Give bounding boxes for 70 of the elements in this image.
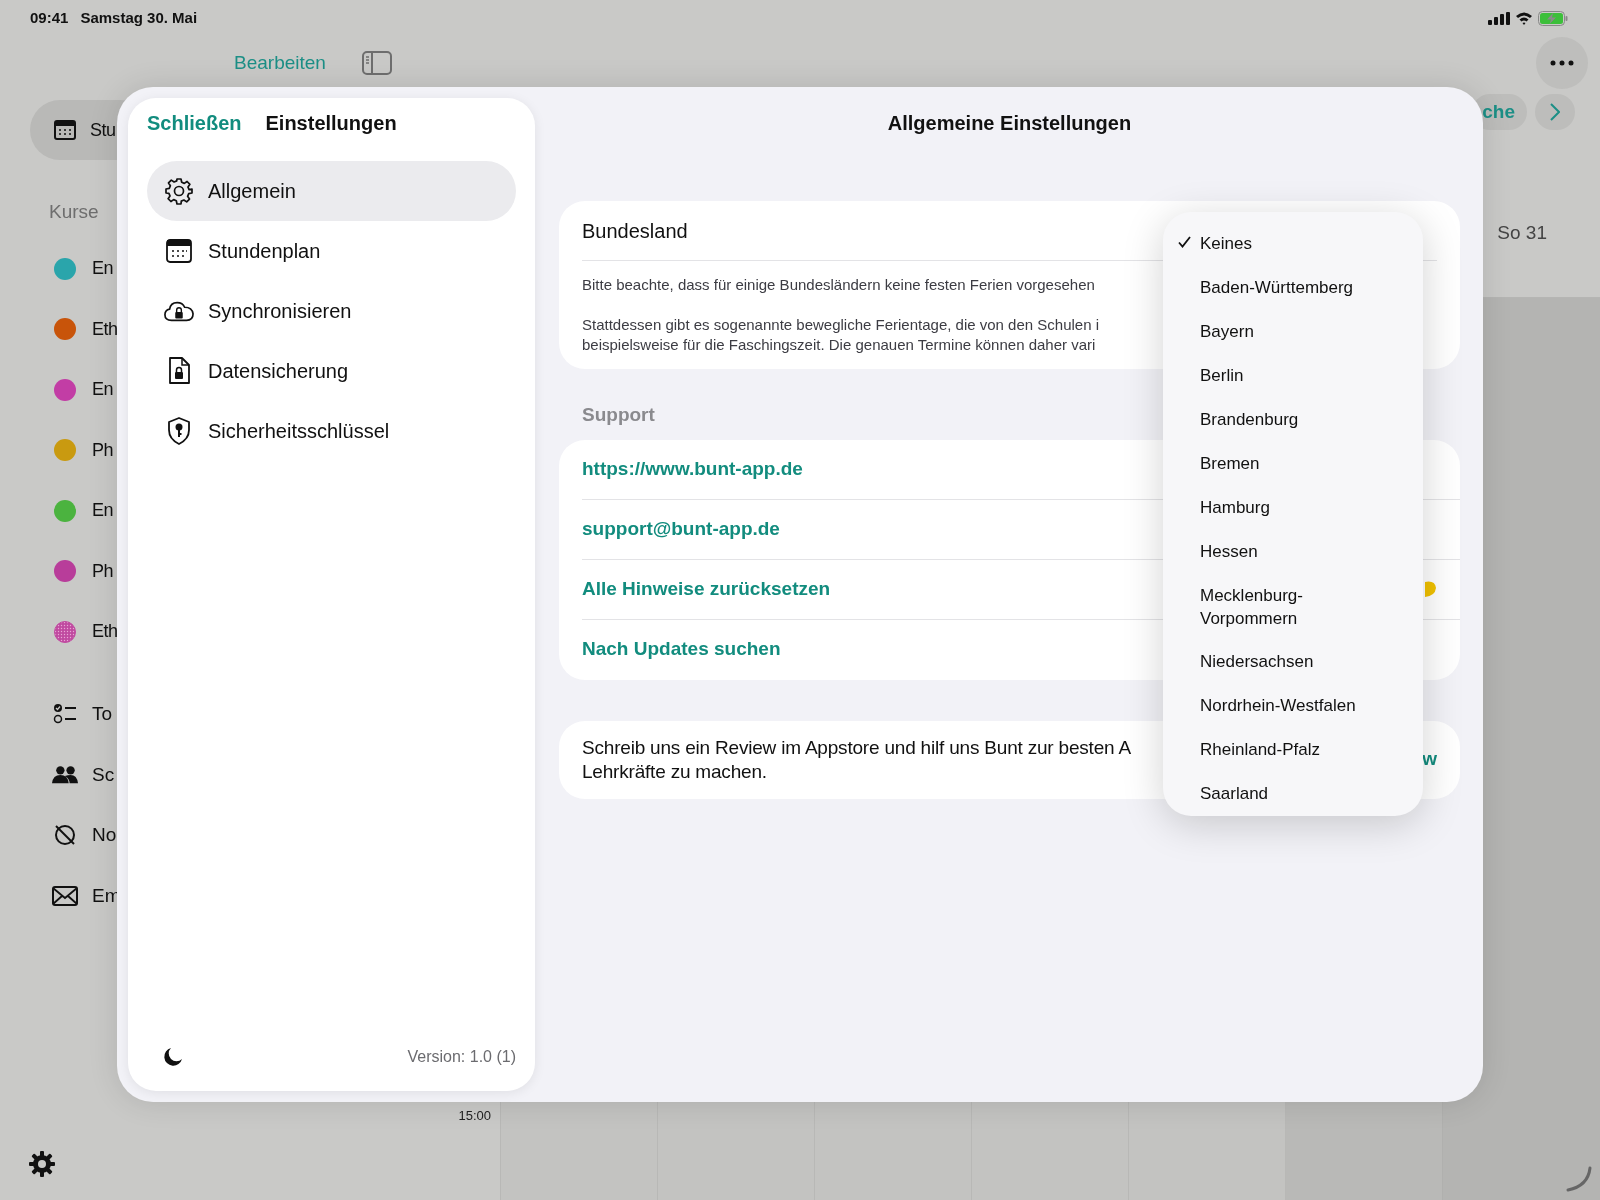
settings-nav-item[interactable]: Stundenplan [147,221,516,281]
settings-nav-item[interactable]: Sicherheitsschlüssel [147,401,516,461]
support-link[interactable]: Nach Updates suchen [582,635,781,664]
dropdown-option[interactable]: Saarland [1163,772,1423,816]
chevron-right-icon [1550,103,1560,121]
settings-nav-item[interactable]: Allgemein [147,161,516,221]
info-text: Stattdessen gibt es sogenannte bewegliche Ferientage, die von den Schulen i beispielsweise für die Faschingszeit. Die genauen Termine können daher vari [582,315,1100,355]
dropdown-option[interactable]: Hamburg [1163,486,1423,530]
signal-icon [1488,11,1510,25]
dropdown-option[interactable]: Bremen [1163,442,1423,486]
section-header: Kurse [49,200,100,224]
dropdown-option[interactable]: Baden-Württemberg [1163,266,1423,310]
envelope-icon [52,885,78,906]
dropdown-option[interactable]: Rheinland-Pfalz [1163,728,1423,772]
course-item[interactable]: En [92,376,114,404]
course-item[interactable]: Eth [92,618,118,646]
course-item[interactable]: Ph [92,557,114,585]
sidebar-toggle-icon[interactable] [361,51,392,75]
document-lock-icon [167,357,191,385]
setting-label: Bundesland [582,218,688,244]
section-header: Support [582,403,655,427]
shield-key-icon [167,417,191,445]
gear-icon [165,177,193,205]
support-link[interactable]: support@bunt-app.de [582,514,780,544]
checkmark-icon [1178,236,1191,248]
wifi-icon [1515,11,1533,25]
page-title: Allgemeine Einstellungen [887,111,1132,136]
sidebar-item[interactable]: To [92,700,113,729]
support-link[interactable]: https://www.bunt-app.de [582,454,803,484]
corner-arc-icon [1566,1166,1592,1192]
checklist-icon [53,703,77,726]
dropdown-option[interactable]: Mecklenburg-Vorpommern [1163,574,1423,640]
prohibited-icon [53,823,77,848]
time-label: 15:00 [458,1107,491,1125]
sheet-title: Einstellungen [265,111,397,136]
dropdown-option[interactable]: Brandenburg [1163,398,1423,442]
info-text: Bitte beachte, dass für einige Bundesländern keine festen Ferien vorgesehen [582,275,1095,295]
people-icon [52,764,78,785]
more-button[interactable] [1536,37,1588,89]
version-label: Version: 1.0 (1) [407,1047,516,1067]
dropdown-option[interactable]: Niedersachsen [1163,640,1423,684]
calendar-icon [54,120,76,140]
blob-icon [1423,580,1437,598]
dropdown-option[interactable]: Keines [1163,222,1423,266]
course-item[interactable]: En [92,255,114,283]
settings-icon[interactable] [28,1150,56,1178]
dropdown-option[interactable]: Hessen [1163,530,1423,574]
battery-charging-icon [1538,10,1568,26]
close-button[interactable]: Schließen [147,108,242,138]
next-button[interactable] [1535,94,1575,130]
more-icon [1550,60,1574,66]
review-link[interactable]: w [1422,745,1437,774]
course-item[interactable]: Ph [92,436,114,464]
settings-nav-item[interactable]: Synchronisieren [147,281,516,341]
dropdown-option[interactable]: Bayern [1163,310,1423,354]
dropdown-option[interactable]: Nordrhein-Westfalen [1163,684,1423,728]
course-item[interactable]: Eth [92,315,118,343]
status-date: Samstag 30. Mai [80,7,198,28]
moon-icon[interactable] [163,1047,183,1067]
calendar-icon [166,239,192,263]
dropdown-option[interactable]: Berlin [1163,354,1423,398]
settings-nav-item[interactable]: Datensicherung [147,341,516,401]
review-text: Schreib uns ein Review im Appstore und hilf uns Bunt zur besten A Lehrkräfte zu machen. [582,735,1131,784]
cloud-lock-icon [164,299,194,323]
course-item[interactable]: En [92,497,114,525]
day-header: So 31 [1497,221,1547,246]
sidebar-item[interactable]: Sc [92,760,115,789]
sidebar-item[interactable]: No [92,821,117,850]
support-link[interactable]: Alle Hinweise zurücksetzen [582,574,831,604]
status-time: 09:41 [30,7,69,28]
